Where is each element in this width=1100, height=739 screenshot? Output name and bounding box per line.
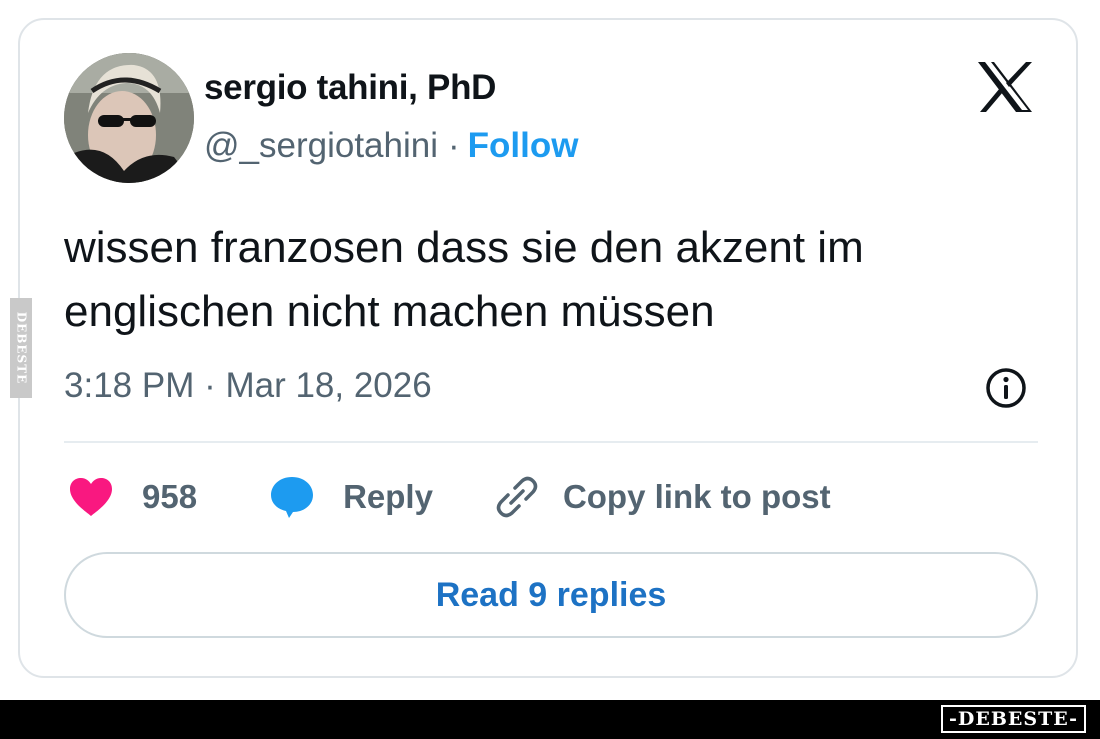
follow-button[interactable]: Follow [468, 126, 579, 165]
heart-icon [70, 478, 112, 516]
read-replies-label: Read 9 replies [435, 575, 667, 614]
copy-link-button[interactable]: Copy link to post [495, 475, 831, 519]
read-replies-button[interactable]: Read 9 replies [64, 552, 1038, 638]
tweet-card: sergio tahini, PhD @_sergiotahini · Follow… [18, 18, 1078, 678]
timestamp[interactable]: 3:18 PM · Mar 18, 2026 [64, 366, 432, 406]
avatar[interactable] [64, 53, 194, 183]
reply-button[interactable]: Reply [269, 475, 433, 519]
footer-bar: -DEBESTE- [0, 700, 1100, 739]
link-icon [496, 476, 538, 518]
footer-watermark-logo: -DEBESTE- [941, 705, 1086, 733]
divider [64, 441, 1038, 443]
reply-label: Reply [343, 478, 433, 515]
like-button[interactable]: 958 [68, 476, 197, 518]
side-watermark: DEBESTE [10, 298, 32, 398]
x-logo-icon[interactable] [976, 60, 1034, 114]
tweet-text: wissen franzosen dass sie den akzent im … [64, 223, 864, 336]
author-name[interactable]: sergio tahini, PhD [204, 68, 496, 108]
like-count: 958 [142, 478, 198, 515]
action-bar: 958 Reply Copy link to post [68, 472, 831, 522]
separator-dot: · [448, 126, 460, 165]
speech-bubble-icon [271, 477, 314, 518]
info-icon[interactable] [984, 366, 1028, 410]
handle-row: @_sergiotahini · Follow [204, 126, 578, 166]
author-handle[interactable]: @_sergiotahini [204, 126, 438, 165]
avatar-image [64, 53, 194, 183]
copy-link-label: Copy link to post [562, 478, 831, 515]
side-watermark-text: DEBESTE [14, 311, 28, 385]
